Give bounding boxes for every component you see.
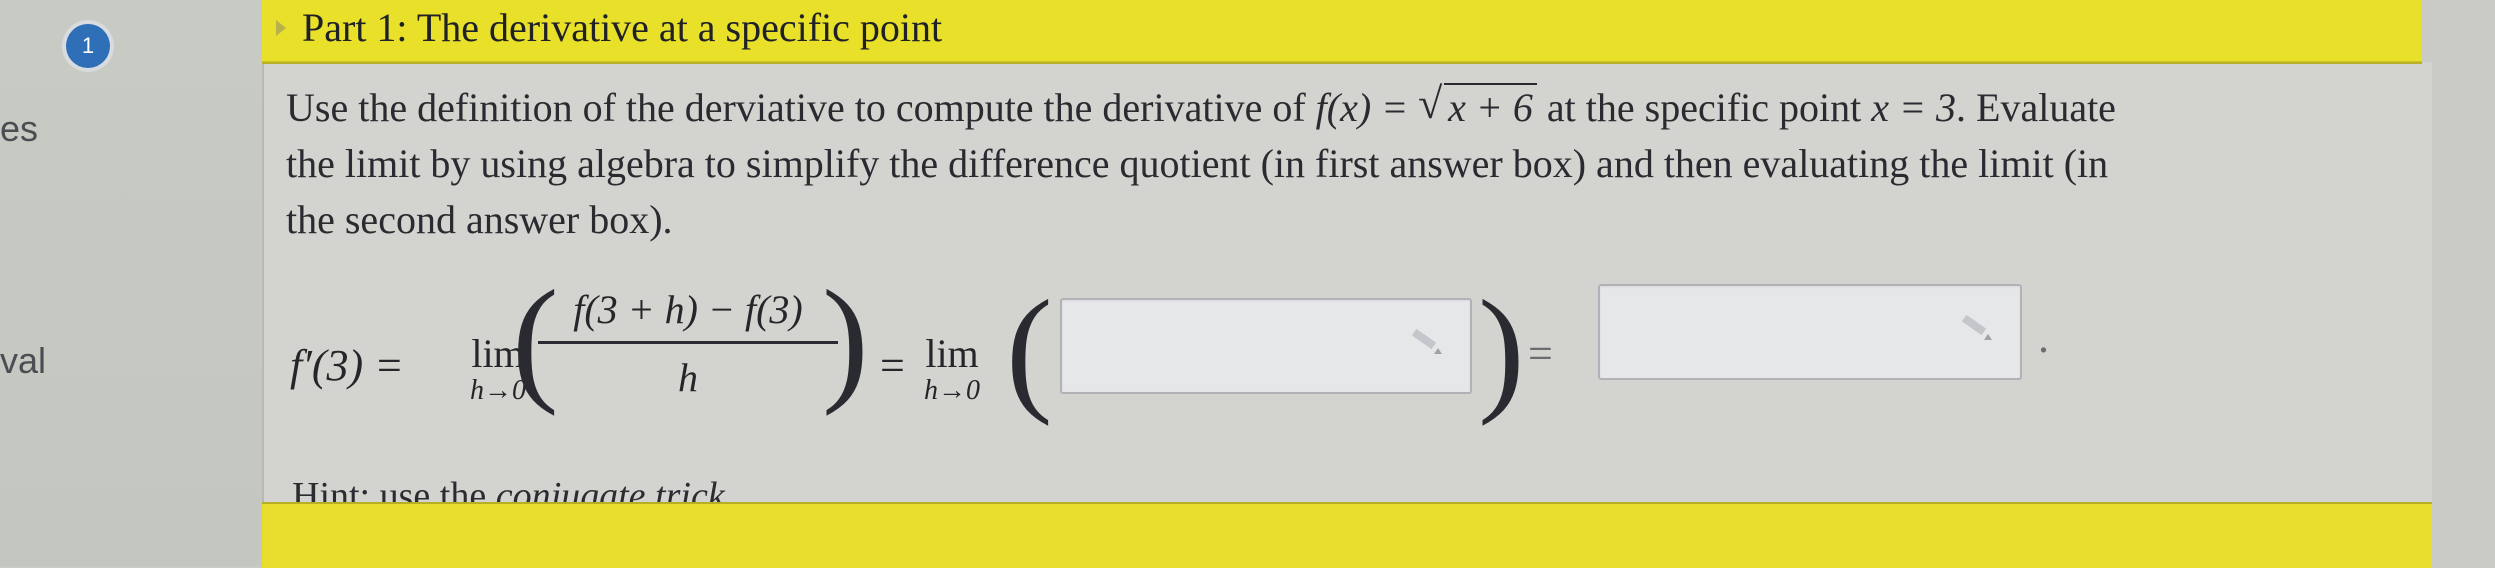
prompt-line-3: the second answer box). <box>286 197 673 242</box>
limit-equation: f′(3) = lim h→0 ( f(3 + h) − f(3) h ) = … <box>290 270 2090 450</box>
prompt-line-2: the limit by using algebra to simplify t… <box>286 141 2109 186</box>
right-paren: ) <box>822 262 869 417</box>
equals-sign: = <box>1528 329 1553 378</box>
pencil-icon[interactable] <box>1956 312 1996 352</box>
sqrt-expression: x + 6 <box>1418 76 1537 136</box>
difference-quotient: f(3 + h) − f(3) h <box>538 286 838 401</box>
limit-operator: lim h→0 <box>924 331 980 406</box>
left-paren: ( <box>1006 272 1053 427</box>
next-part-header[interactable] <box>262 502 2432 568</box>
denominator: h <box>678 355 698 400</box>
part-number-badge: 1 <box>66 24 110 68</box>
equals-sign: = <box>880 341 905 390</box>
answer-box-2[interactable] <box>1598 284 2022 380</box>
fraction-bar <box>538 341 838 344</box>
sidebar-item-label[interactable]: val <box>0 340 46 382</box>
question-prompt: Use the definition of the derviative to … <box>286 76 2406 248</box>
derivative-lhs: f′(3) = <box>290 341 404 390</box>
numerator: f(3 + h) − f(3) <box>573 287 803 332</box>
collapse-caret-icon[interactable] <box>276 20 286 36</box>
answer-box-1[interactable] <box>1060 298 1472 394</box>
part-title: Part 1: The derivative at a specific poi… <box>302 5 943 50</box>
sidebar <box>0 0 268 566</box>
function-expression: f(x) = <box>1315 85 1409 130</box>
point-expression: x = 3 <box>1871 85 1957 130</box>
right-paren: ) <box>1478 272 1525 427</box>
sidebar-item-label[interactable]: es <box>0 108 38 150</box>
period: . <box>2038 313 2049 362</box>
pencil-icon[interactable] <box>1406 326 1446 366</box>
prompt-line-1: Use the definition of the derviative to … <box>286 76 2406 136</box>
